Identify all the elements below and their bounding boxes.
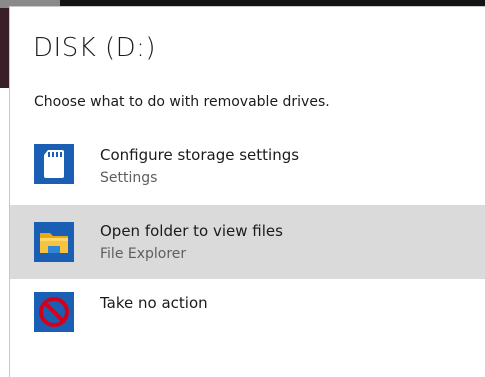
option-title: Take no action — [100, 294, 208, 312]
option-subtitle: Settings — [100, 170, 158, 186]
folder-icon — [34, 222, 74, 262]
option-subtitle: File Explorer — [100, 246, 187, 262]
sd-card-icon — [34, 144, 74, 184]
option-title: Configure storage settings — [100, 146, 300, 164]
option-take-no-action[interactable]: Take no action — [10, 279, 485, 353]
no-action-icon — [34, 292, 74, 332]
autoplay-flyout: DISK (D:) Choose what to do with removab… — [9, 6, 485, 377]
option-configure-storage[interactable]: Configure storage settings Settings — [10, 131, 485, 205]
autoplay-prompt: Choose what to do with removable drives. — [34, 94, 330, 110]
option-title: Open folder to view files — [100, 222, 283, 240]
option-open-folder[interactable]: Open folder to view files File Explorer — [10, 205, 485, 279]
drive-title: DISK (D:) — [33, 33, 157, 63]
